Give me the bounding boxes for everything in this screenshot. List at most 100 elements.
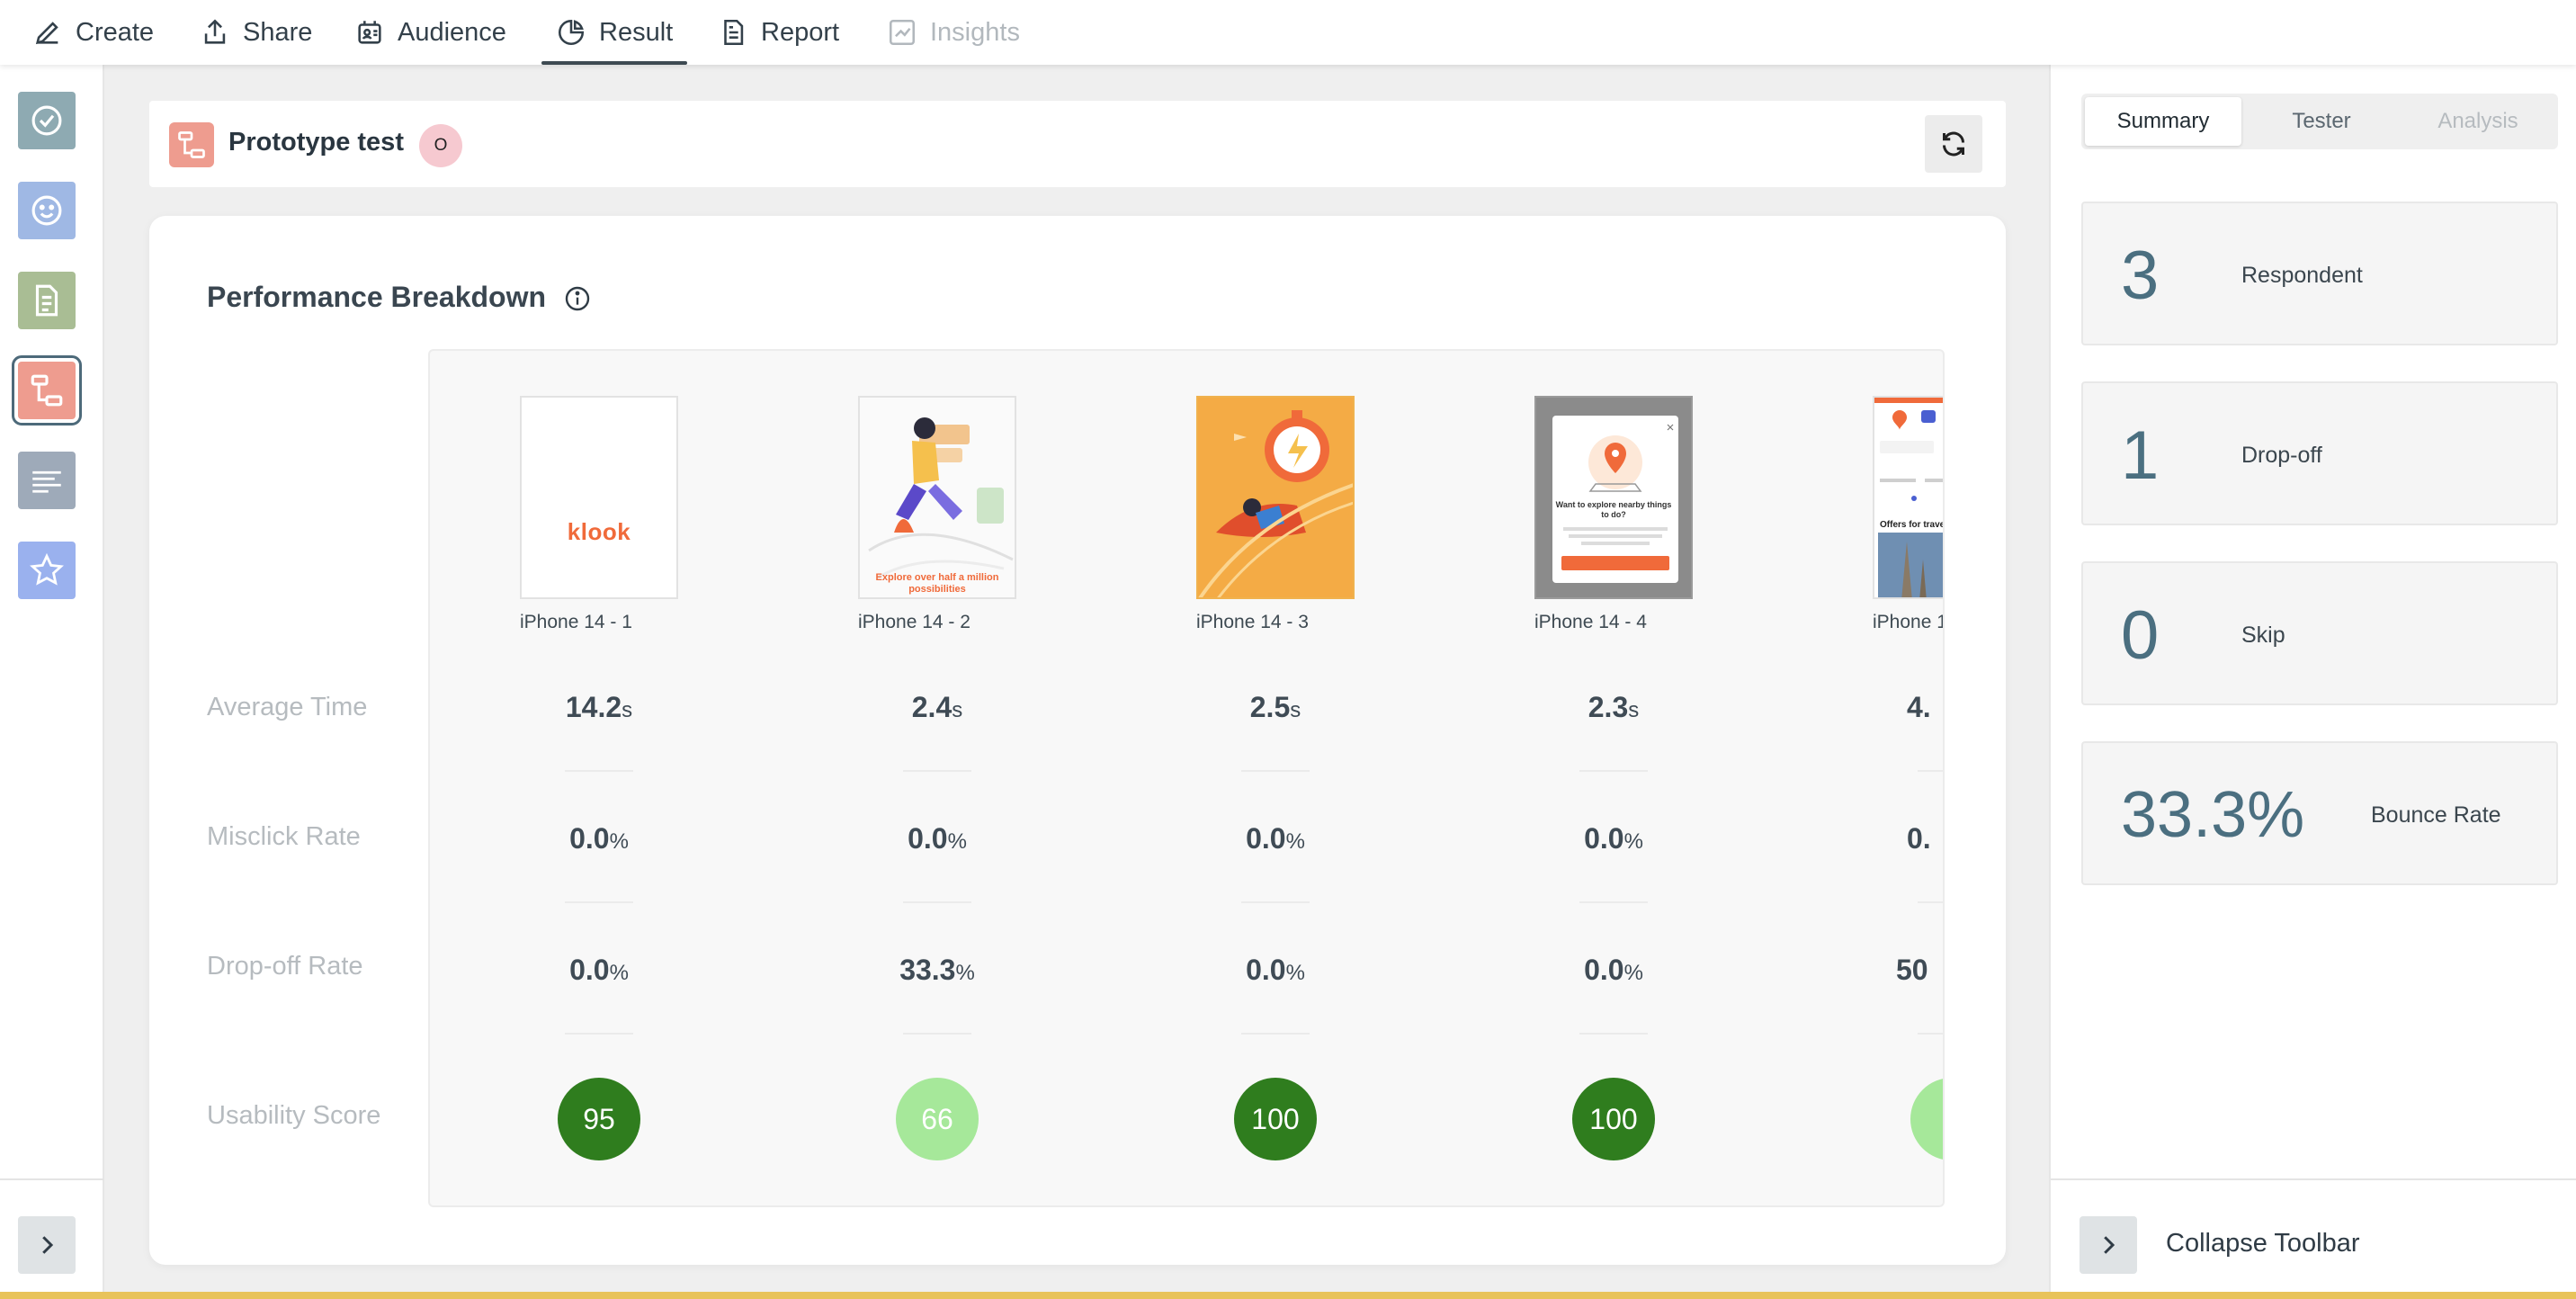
screen-name: iPhone 14 - 4 [1534, 612, 1647, 632]
sidebar-divider [0, 1178, 104, 1180]
sidebar-item-prototype[interactable] [12, 355, 82, 426]
divider [1241, 1033, 1310, 1035]
flow-icon [178, 131, 205, 158]
divider [903, 901, 971, 903]
tab-share-label: Share [243, 17, 313, 47]
screen-thumbnail[interactable]: klook [520, 396, 678, 599]
star-icon [30, 552, 64, 586]
average-time-value: 14.2s [565, 691, 633, 723]
stat-label: Skip [2241, 622, 2285, 648]
illustration-rocket-stopwatch [1198, 398, 1353, 597]
tab-report[interactable]: Report [718, 0, 839, 65]
misclick-rate-value: 0. [1907, 822, 1931, 855]
report-icon [724, 19, 744, 46]
screen-thumbnail[interactable] [1196, 396, 1355, 599]
trend-icon [889, 19, 916, 46]
tab-audience[interactable]: Audience [354, 0, 506, 65]
screen-column: klook iPhone 14 - 1 14.2s 0.0% 0.0% 95 [430, 351, 678, 1205]
screen-name: iPhone 14 - 3 [1196, 612, 1309, 632]
screen-name: iPhone 14 - 2 [858, 612, 970, 632]
usability-score-badge: 7 [1910, 1078, 1943, 1160]
screen-thumbnail[interactable]: Explore over half a million possibilitie… [858, 396, 1016, 599]
divider [1241, 901, 1310, 903]
prototype-test-icon [169, 122, 214, 167]
stat-value: 33.3% [2121, 779, 2305, 851]
stat-value: 0 [2121, 596, 2160, 674]
row-label-average-time: Average Time [207, 693, 368, 721]
sidebar-item-document[interactable] [18, 272, 76, 329]
screen-thumbnail[interactable]: Offers for travel [1873, 396, 1945, 599]
divider [1579, 1033, 1648, 1035]
sidebar-item-text[interactable] [18, 452, 76, 509]
left-sidebar [0, 65, 104, 1299]
audience-icon [358, 21, 381, 44]
chevron-right-icon [42, 1236, 54, 1254]
usability-score-badge: 100 [1234, 1078, 1317, 1160]
divider [1918, 1033, 1943, 1035]
refresh-button[interactable] [1925, 115, 1982, 173]
divider [565, 770, 633, 772]
misclick-rate-value: 0.0% [908, 822, 967, 855]
collapse-toolbar-button[interactable] [2080, 1216, 2137, 1274]
thumbnail-caption: Want to explore nearby things to do? [1555, 500, 1672, 519]
average-time-value: 2.4s [911, 691, 963, 723]
test-badge: O [419, 124, 462, 167]
misclick-rate-value: 0.0% [569, 822, 629, 855]
average-time-value: 2.5s [1249, 691, 1301, 723]
stat-card-dropoff: 1 Drop-off [2081, 381, 2558, 525]
tab-tester[interactable]: Tester [2243, 97, 2400, 146]
tab-result[interactable]: Result [541, 0, 688, 65]
divider [903, 1033, 971, 1035]
sidebar-expand-button[interactable] [18, 1216, 76, 1274]
stat-card-bounce-rate: 33.3% Bounce Rate [2081, 741, 2558, 885]
row-label-usability-score: Usability Score [207, 1101, 381, 1130]
thumbnail-caption: Explore over half a million possibilitie… [875, 572, 999, 595]
thumbnail-logo-text: klook [567, 518, 631, 545]
stat-value: 1 [2121, 417, 2160, 494]
sidebar-item-checks[interactable] [18, 92, 76, 149]
divider [1241, 770, 1310, 772]
tab-summary[interactable]: Summary [2085, 97, 2241, 146]
collapse-toolbar-label[interactable]: Collapse Toolbar [2166, 1229, 2360, 1259]
sidebar-item-rating[interactable] [18, 542, 76, 599]
sidebar-item-feedback[interactable] [18, 182, 76, 239]
divider [1918, 901, 1943, 903]
pie-chart-icon [558, 19, 585, 46]
thumbnail-caption: Offers for travel [1880, 520, 1945, 530]
info-icon[interactable] [563, 284, 592, 313]
screen-column: Offers for travel iPhone 14 - 5 4. 0. 50… [1783, 351, 1945, 1205]
refresh-icon [1943, 131, 1964, 157]
divider [1918, 770, 1943, 772]
tab-share[interactable]: Share [200, 0, 312, 65]
document-icon [35, 284, 58, 317]
performance-title: Performance Breakdown [207, 281, 547, 313]
average-time-value: 2.3s [1588, 691, 1640, 723]
dropoff-rate-value: 33.3% [899, 954, 975, 986]
check-circle-icon [31, 105, 62, 136]
misclick-rate-value: 0.0% [1584, 822, 1643, 855]
illustration-traveler [860, 398, 1015, 597]
tab-insights: Insights [887, 0, 1020, 65]
dropoff-rate-value: 50 [1896, 954, 1928, 986]
screen-column: Want to explore nearby things to do? iPh… [1445, 351, 1693, 1205]
pencil-icon [35, 22, 58, 45]
illustration-app-home [1874, 398, 1943, 597]
usability-score-badge: 100 [1572, 1078, 1655, 1160]
flow-icon [31, 374, 63, 407]
tab-create-label: Create [76, 17, 155, 47]
divider [903, 770, 971, 772]
stat-label: Drop-off [2241, 442, 2322, 468]
tab-create[interactable]: Create [32, 0, 154, 65]
misclick-rate-value: 0.0% [1246, 822, 1305, 855]
divider [1579, 901, 1648, 903]
stat-value: 3 [2121, 237, 2160, 314]
screen-column: Explore over half a million possibilitie… [768, 351, 1016, 1205]
stat-label: Respondent [2241, 262, 2363, 288]
top-navigation: Create Share Audience Result Report Insi… [0, 0, 2576, 65]
dropoff-rate-value: 0.0% [1584, 954, 1643, 986]
screen-thumbnail[interactable]: Want to explore nearby things to do? [1534, 396, 1693, 599]
screens-grid[interactable]: klook iPhone 14 - 1 14.2s 0.0% 0.0% 95 E… [428, 349, 1945, 1207]
dropoff-rate-value: 0.0% [569, 954, 629, 986]
usability-score-badge: 66 [896, 1078, 979, 1160]
average-time-value: 4. [1907, 691, 1931, 723]
